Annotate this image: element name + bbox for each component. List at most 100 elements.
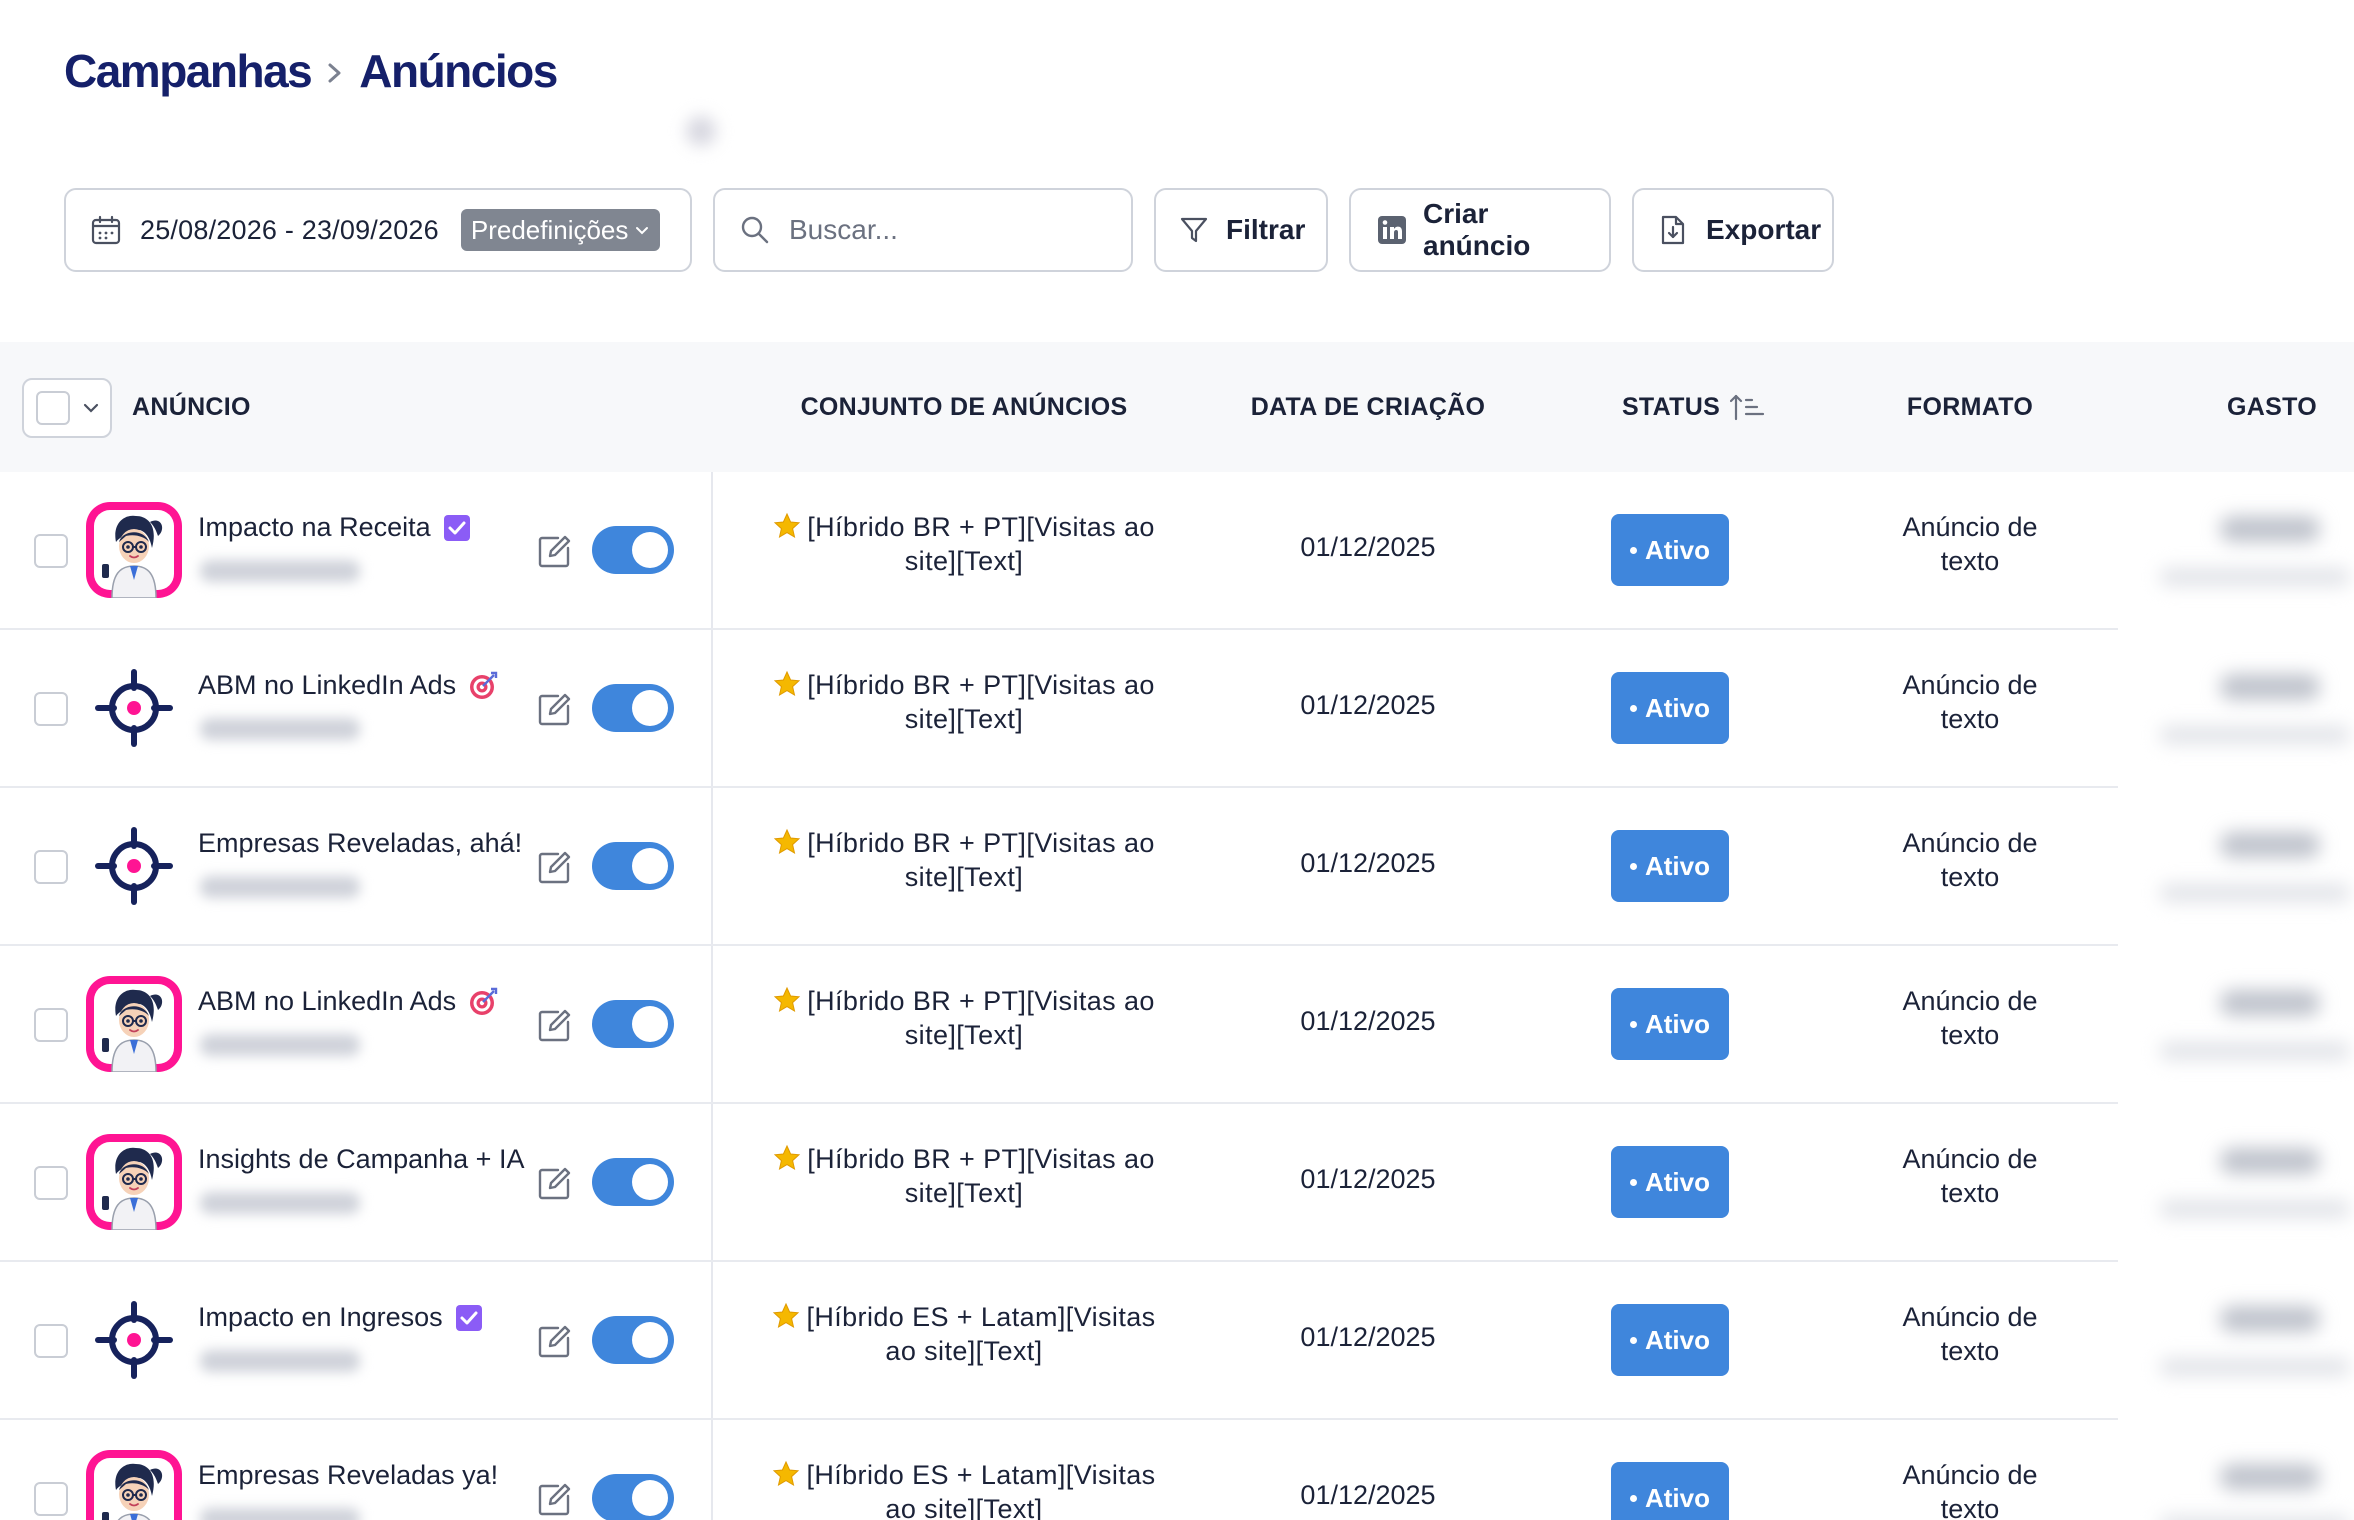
status-badge: Ativo: [1611, 988, 1729, 1060]
crosshair-target-icon: [94, 668, 174, 748]
spend-value-redacted: [2220, 1306, 2320, 1332]
adset-line2: site][Text]: [904, 546, 1024, 576]
ad-id-redacted: [200, 718, 360, 740]
select-all-checkbox[interactable]: [36, 391, 70, 425]
ad-name[interactable]: Insights de Campanha + IA: [198, 1144, 524, 1175]
row-checkbox[interactable]: [34, 1166, 68, 1200]
spend-value-redacted: [2220, 990, 2320, 1016]
star-icon: [773, 1460, 800, 1487]
edit-icon[interactable]: [536, 692, 572, 728]
ad-name[interactable]: ABM no LinkedIn Ads: [198, 986, 498, 1017]
crosshair-target-icon: [94, 1300, 174, 1380]
status-label: Ativo: [1645, 850, 1710, 881]
ad-name[interactable]: Empresas Reveladas, ahá!: [198, 828, 522, 859]
adset-line1: [Híbrido ES + Latam][Visitas: [806, 1302, 1156, 1332]
presets-dropdown[interactable]: Predefinições: [460, 209, 661, 251]
ad-active-toggle[interactable]: [592, 1158, 674, 1206]
adset-name[interactable]: [Híbrido ES + Latam][Visitas ao site][Tex…: [740, 1300, 1188, 1368]
status-dot: [1630, 1336, 1637, 1344]
column-header-created[interactable]: DATA DE CRIAÇÃO: [1218, 342, 1518, 472]
adset-line1: [Híbrido ES + Latam][Visitas: [806, 1460, 1156, 1490]
filter-button[interactable]: Filtrar: [1154, 188, 1328, 272]
breadcrumb-campaigns-link[interactable]: Campanhas: [64, 44, 313, 98]
adset-line2: ao site][Text]: [885, 1336, 1043, 1366]
chevron-down-icon: [636, 227, 649, 235]
edit-icon[interactable]: [536, 850, 572, 886]
format-line1: Anúncio de: [1902, 986, 2038, 1016]
edit-icon[interactable]: [536, 1324, 572, 1360]
adset-name[interactable]: [Híbrido BR + PT][Visitas ao site][Text]: [740, 826, 1188, 894]
column-header-adset[interactable]: CONJUNTO DE ANÚNCIOS: [740, 342, 1188, 472]
page-subtitle-redacted: [60, 112, 720, 148]
adset-line1: [Híbrido BR + PT][Visitas ao: [807, 1144, 1155, 1174]
ad-name-label: Empresas Reveladas ya!: [198, 1460, 499, 1490]
ad-active-toggle[interactable]: [592, 1316, 674, 1364]
row-checkbox[interactable]: [34, 850, 68, 884]
row-checkbox[interactable]: [34, 1324, 68, 1358]
ad-name[interactable]: Impacto en Ingresos: [198, 1302, 483, 1333]
column-header-format[interactable]: FORMATO: [1840, 342, 2100, 472]
row-checkbox[interactable]: [34, 692, 68, 726]
row-checkbox[interactable]: [34, 1008, 68, 1042]
ad-active-toggle[interactable]: [592, 842, 674, 890]
calendar-icon: [91, 215, 121, 245]
export-button[interactable]: Exportar: [1632, 188, 1834, 272]
status-label: Ativo: [1645, 692, 1710, 723]
column-header-status[interactable]: STATUS: [1610, 342, 1780, 472]
table-row[interactable]: Empresas Reveladas, ahá! [Híbrido BR + P…: [0, 788, 2354, 946]
column-header-spend[interactable]: GASTO: [2190, 342, 2354, 472]
create-ad-button[interactable]: Criar anúncio: [1349, 188, 1611, 272]
adset-name[interactable]: [Híbrido BR + PT][Visitas ao site][Text]: [740, 984, 1188, 1052]
date-range-picker[interactable]: 25/08/2026 - 23/09/2026 Predefinições: [64, 188, 692, 272]
select-all-dropdown[interactable]: [22, 378, 112, 438]
created-date: 01/12/2025: [1300, 690, 1436, 720]
ad-active-toggle[interactable]: [592, 526, 674, 574]
ad-format: Anúncio de texto: [1840, 984, 2100, 1052]
status-badge: Ativo: [1611, 1462, 1729, 1520]
column-header-ad[interactable]: ANÚNCIO: [132, 342, 272, 472]
edit-icon[interactable]: [536, 1482, 572, 1518]
filter-label: Filtrar: [1226, 214, 1306, 245]
table-row[interactable]: Empresas Reveladas ya! [Híbrido ES + Lat…: [0, 1420, 2354, 1520]
edit-icon[interactable]: [536, 1008, 572, 1044]
table-row[interactable]: Impacto na Receita [Híbrido BR + PT][Vis…: [0, 472, 2354, 630]
adset-line1: [Híbrido BR + PT][Visitas ao: [807, 986, 1155, 1016]
ad-name[interactable]: ABM no LinkedIn Ads: [198, 670, 498, 701]
adset-line1: [Híbrido BR + PT][Visitas ao: [807, 670, 1155, 700]
page-subtitle-redacted-tail: [686, 116, 716, 146]
search-input[interactable]: Buscar...: [713, 188, 1133, 272]
ad-name-label: ABM no LinkedIn Ads: [198, 670, 457, 700]
ad-active-toggle[interactable]: [592, 684, 674, 732]
edit-icon[interactable]: [536, 534, 572, 570]
row-checkbox[interactable]: [34, 1482, 68, 1516]
ad-id-redacted: [200, 876, 360, 898]
adset-name[interactable]: [Híbrido BR + PT][Visitas ao site][Text]: [740, 668, 1188, 736]
status-dot: [1630, 1178, 1637, 1186]
filter-icon: [1180, 217, 1208, 243]
adset-name[interactable]: [Híbrido BR + PT][Visitas ao site][Text]: [740, 510, 1188, 578]
table-row[interactable]: ABM no LinkedIn Ads [Híbrido BR + PT][Vi…: [0, 630, 2354, 788]
adset-name[interactable]: [Híbrido ES + Latam][Visitas ao site][Tex…: [740, 1458, 1188, 1520]
check-badge-icon: [443, 514, 470, 541]
ad-id-redacted: [200, 1350, 360, 1372]
create-ad-label: Criar anúncio: [1423, 198, 1531, 261]
chevron-right-icon: [328, 63, 341, 83]
ad-name[interactable]: Impacto na Receita: [198, 512, 471, 543]
created-date: 01/12/2025: [1300, 1322, 1436, 1352]
row-checkbox[interactable]: [34, 534, 68, 568]
table-row[interactable]: Insights de Campanha + IA [Híbrido BR + …: [0, 1104, 2354, 1262]
sort-ascending-icon[interactable]: [1730, 392, 1768, 422]
table-row[interactable]: ABM no LinkedIn Ads [Híbrido BR + PT][Vi…: [0, 946, 2354, 1104]
ad-name[interactable]: Empresas Reveladas ya!: [198, 1460, 498, 1491]
adset-name[interactable]: [Híbrido BR + PT][Visitas ao site][Text]: [740, 1142, 1188, 1210]
ad-name-label: Insights de Campanha + IA: [198, 1144, 525, 1174]
created-date: 01/12/2025: [1300, 1164, 1436, 1194]
ad-active-toggle[interactable]: [592, 1474, 674, 1520]
star-icon: [774, 828, 801, 855]
ad-active-toggle[interactable]: [592, 1000, 674, 1048]
table-row[interactable]: Impacto en Ingresos [Híbrido ES + Latam]…: [0, 1262, 2354, 1420]
edit-icon[interactable]: [536, 1166, 572, 1202]
spend-detail-redacted: [2160, 568, 2350, 586]
ad-thumbnail-avatar: [86, 1450, 182, 1520]
spend-detail-redacted: [2160, 1358, 2350, 1376]
